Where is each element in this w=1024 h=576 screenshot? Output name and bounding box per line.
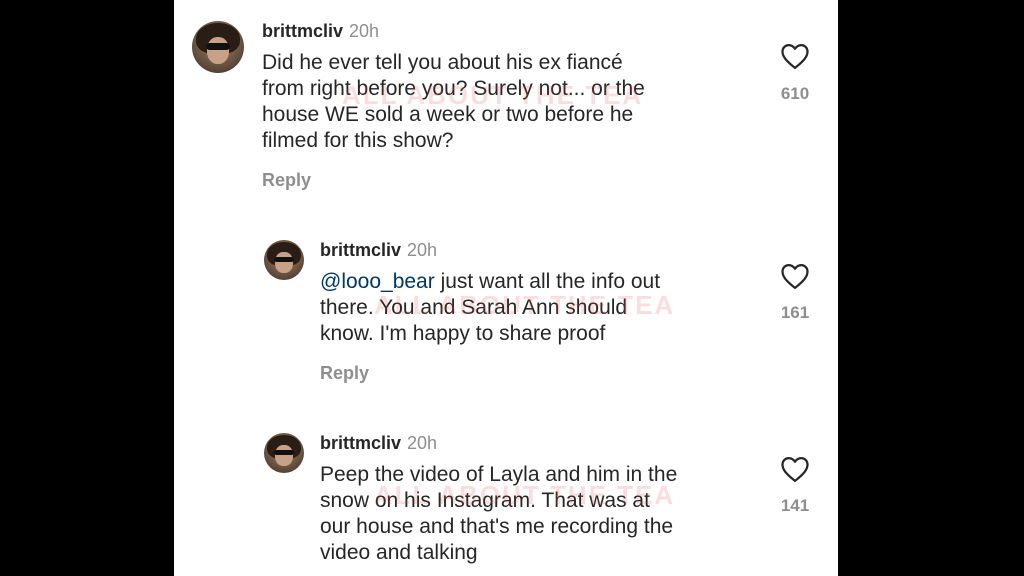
comment-line-rest: just want all the info out xyxy=(434,270,661,293)
comment-meta: brittmcliv 20h xyxy=(262,21,379,42)
comment-line: filmed for this show? xyxy=(262,129,454,152)
timestamp: 20h xyxy=(407,433,438,453)
timestamp: 20h xyxy=(349,21,380,41)
avatar[interactable] xyxy=(264,433,304,473)
comment-meta: brittmcliv 20h xyxy=(320,240,437,261)
comment-line: snow on his Instagram. That was at xyxy=(320,489,650,512)
heart-icon[interactable] xyxy=(780,455,810,483)
comment-text: Peep the video of Layla and him in the s… xyxy=(320,462,677,566)
mention-link[interactable]: @looo_bear xyxy=(320,270,435,293)
comments-panel: brittmcliv 20h Did he ever tell you about… xyxy=(174,0,838,576)
comment-text: @looo_bear just want all the info out th… xyxy=(320,269,660,347)
comment-text: Did he ever tell you about his ex fiancé… xyxy=(262,50,645,154)
reply-button[interactable]: Reply xyxy=(320,363,369,384)
comment-line: house WE sold a week or two before he xyxy=(262,103,634,126)
like-count: 610 xyxy=(780,84,810,103)
like-count: 141 xyxy=(780,496,810,515)
comment-meta: brittmcliv 20h xyxy=(320,433,437,454)
comment-line: Did he ever tell you about his ex fiancé xyxy=(262,51,623,74)
comment-line: Peep the video of Layla and him in the xyxy=(320,463,678,486)
comment-line: know. I'm happy to share proof xyxy=(320,322,606,345)
like-count: 161 xyxy=(780,303,810,322)
avatar[interactable] xyxy=(264,240,304,280)
username[interactable]: brittmcliv xyxy=(320,433,401,453)
comment-line: there. You and Sarah Ann should xyxy=(320,296,628,319)
heart-icon[interactable] xyxy=(780,262,810,290)
avatar[interactable] xyxy=(192,21,244,73)
comment-line: from right before you? Surely not... or … xyxy=(262,77,645,100)
comment-line: @looo_bear just want all the info out xyxy=(320,269,660,295)
username[interactable]: brittmcliv xyxy=(320,240,401,260)
timestamp: 20h xyxy=(407,240,438,260)
comment-line: video and talking xyxy=(320,541,478,564)
comment-line: our house and that's me recording the xyxy=(320,515,674,538)
reply-button[interactable]: Reply xyxy=(262,170,311,191)
heart-icon[interactable] xyxy=(780,42,810,70)
username[interactable]: brittmcliv xyxy=(262,21,343,41)
